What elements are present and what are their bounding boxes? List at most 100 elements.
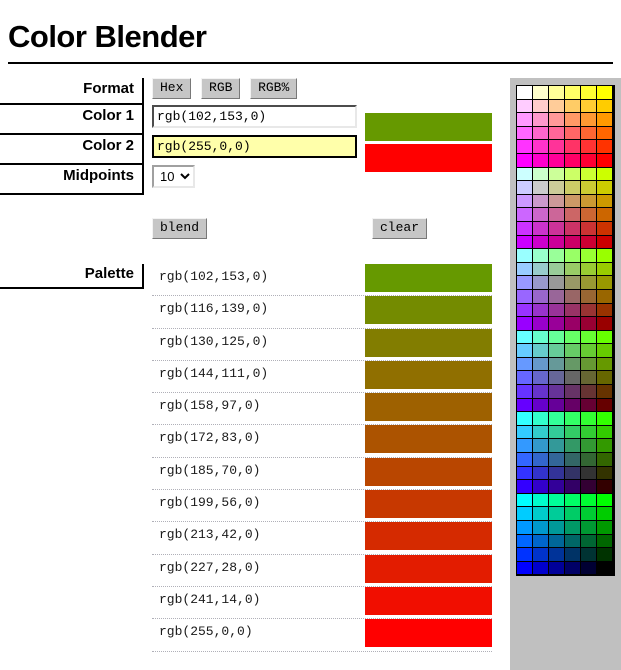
color-picker-cell[interactable] xyxy=(581,113,597,127)
color-picker-cell[interactable] xyxy=(565,221,581,236)
color-picker-cell[interactable] xyxy=(581,466,597,481)
color-picker-cell[interactable] xyxy=(581,235,597,250)
color-picker-cell[interactable] xyxy=(549,194,565,209)
color-picker-cell[interactable] xyxy=(517,371,533,386)
color-picker-cell[interactable] xyxy=(565,385,581,399)
color-picker-cell[interactable] xyxy=(517,181,533,195)
color-picker-cell[interactable] xyxy=(533,99,549,114)
color-picker-cell[interactable] xyxy=(533,357,549,372)
color-picker-cell[interactable] xyxy=(533,181,549,195)
color-picker-cell[interactable] xyxy=(533,113,549,127)
color-picker-cell[interactable] xyxy=(549,521,565,535)
color-picker-cell[interactable] xyxy=(581,289,597,304)
color-picker-cell[interactable] xyxy=(565,249,581,263)
color-picker-cell[interactable] xyxy=(597,317,613,331)
color-picker-cell[interactable] xyxy=(565,480,581,494)
color-picker-cell[interactable] xyxy=(565,181,581,195)
color-picker-cell[interactable] xyxy=(597,412,613,426)
color-picker-cell[interactable] xyxy=(565,330,581,345)
color-picker-cell[interactable] xyxy=(533,276,549,290)
format-rgbpct-button[interactable]: RGB% xyxy=(250,78,298,99)
color-picker-cell[interactable] xyxy=(533,289,549,304)
color-picker-cell[interactable] xyxy=(581,86,597,100)
color-picker-cell[interactable] xyxy=(517,140,533,154)
color-picker-cell[interactable] xyxy=(517,385,533,399)
color-picker-cell[interactable] xyxy=(533,235,549,250)
color-picker-cell[interactable] xyxy=(549,262,565,277)
color-picker-cell[interactable] xyxy=(565,262,581,277)
color-picker-cell[interactable] xyxy=(581,561,597,576)
color-picker-cell[interactable] xyxy=(549,276,565,290)
color-picker-cell[interactable] xyxy=(565,534,581,549)
color-picker-cell[interactable] xyxy=(517,439,533,454)
color-picker-cell[interactable] xyxy=(549,480,565,494)
color-picker-cell[interactable] xyxy=(549,371,565,386)
color-picker-cell[interactable] xyxy=(597,548,613,562)
color-picker-cell[interactable] xyxy=(565,208,581,222)
color-picker-cell[interactable] xyxy=(565,357,581,372)
color-picker-cell[interactable] xyxy=(549,167,565,182)
color-picker-cell[interactable] xyxy=(597,167,613,182)
color-picker-cell[interactable] xyxy=(565,289,581,304)
color-picker-cell[interactable] xyxy=(581,507,597,521)
color-picker-cell[interactable] xyxy=(533,167,549,182)
color-picker-cell[interactable] xyxy=(581,153,597,168)
color-picker-cell[interactable] xyxy=(533,480,549,494)
color-picker-cell[interactable] xyxy=(517,167,533,182)
color-picker-cell[interactable] xyxy=(581,548,597,562)
color-picker-cell[interactable] xyxy=(533,194,549,209)
color-picker-cell[interactable] xyxy=(549,561,565,576)
color-picker-cell[interactable] xyxy=(565,425,581,440)
color-picker-cell[interactable] xyxy=(517,249,533,263)
color-picker-cell[interactable] xyxy=(565,507,581,521)
color-picker-cell[interactable] xyxy=(565,548,581,562)
clear-button[interactable]: clear xyxy=(372,218,428,239)
color-picker-cell[interactable] xyxy=(565,344,581,358)
color-picker-cell[interactable] xyxy=(533,425,549,440)
color-picker-cell[interactable] xyxy=(565,113,581,127)
color-picker-cell[interactable] xyxy=(597,371,613,386)
color2-input[interactable] xyxy=(152,135,357,158)
color-picker-cell[interactable] xyxy=(517,303,533,318)
color-picker-cell[interactable] xyxy=(565,99,581,114)
color-picker-cell[interactable] xyxy=(533,561,549,576)
format-hex-button[interactable]: Hex xyxy=(152,78,192,99)
color-picker-cell[interactable] xyxy=(597,276,613,290)
color-picker-cell[interactable] xyxy=(581,167,597,182)
color-picker-cell[interactable] xyxy=(517,221,533,236)
color-picker-cell[interactable] xyxy=(533,466,549,481)
color-picker-cell[interactable] xyxy=(549,534,565,549)
color-picker-cell[interactable] xyxy=(597,561,613,576)
color-picker-cell[interactable] xyxy=(533,262,549,277)
color-picker-cell[interactable] xyxy=(533,344,549,358)
color-picker-cell[interactable] xyxy=(533,398,549,413)
color-picker-cell[interactable] xyxy=(565,466,581,481)
midpoints-select[interactable]: 1234567891011121314151617181920 xyxy=(152,165,195,188)
color-picker-cell[interactable] xyxy=(517,521,533,535)
color-picker-cell[interactable] xyxy=(565,371,581,386)
color-picker-cell[interactable] xyxy=(565,439,581,454)
color-picker-cell[interactable] xyxy=(597,330,613,345)
color-picker-cell[interactable] xyxy=(517,480,533,494)
color-picker-cell[interactable] xyxy=(517,262,533,277)
color-picker-cell[interactable] xyxy=(581,317,597,331)
color-picker-cell[interactable] xyxy=(581,398,597,413)
color-picker-cell[interactable] xyxy=(517,86,533,100)
color-picker-cell[interactable] xyxy=(581,371,597,386)
color-picker-cell[interactable] xyxy=(533,385,549,399)
color-picker-cell[interactable] xyxy=(533,412,549,426)
color-picker-cell[interactable] xyxy=(517,330,533,345)
color-picker-cell[interactable] xyxy=(517,507,533,521)
color-picker-cell[interactable] xyxy=(565,194,581,209)
color-picker-cell[interactable] xyxy=(565,493,581,508)
color-picker-cell[interactable] xyxy=(549,548,565,562)
color-picker-cell[interactable] xyxy=(517,317,533,331)
color-picker-cell[interactable] xyxy=(549,357,565,372)
color-picker-cell[interactable] xyxy=(597,235,613,250)
color-picker-cell[interactable] xyxy=(533,140,549,154)
color-picker-cell[interactable] xyxy=(597,140,613,154)
color-picker-cell[interactable] xyxy=(549,126,565,141)
color-picker-cell[interactable] xyxy=(517,493,533,508)
color-picker-cell[interactable] xyxy=(533,153,549,168)
color-picker-cell[interactable] xyxy=(533,493,549,508)
